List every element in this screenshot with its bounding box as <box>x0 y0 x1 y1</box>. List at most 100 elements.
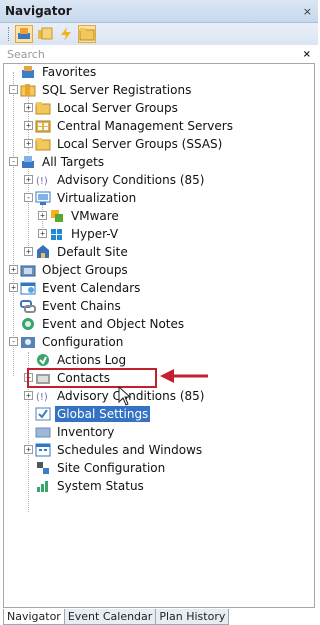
tree-item-local-server-groups-ssas[interactable]: Local Server Groups (SSAS) <box>35 134 224 154</box>
actions-log-icon <box>35 352 51 368</box>
tree-item-local-server-groups[interactable]: Local Server Groups <box>35 98 180 118</box>
tree-item-event-chains[interactable]: Event Chains <box>20 296 123 316</box>
expand-icon[interactable]: + <box>24 175 33 184</box>
expand-icon[interactable]: + <box>38 211 47 220</box>
navigator-toolbar <box>0 23 318 45</box>
expand-icon[interactable]: + <box>24 121 33 130</box>
tree-item-favorites[interactable]: Favorites <box>20 62 98 82</box>
tab-event-calendar[interactable]: Event Calendar <box>63 609 157 625</box>
tree-item-inventory[interactable]: Inventory <box>35 422 116 442</box>
expand-icon[interactable]: + <box>24 247 33 256</box>
tree-item-label: Local Server Groups <box>57 101 178 115</box>
tree-item-label: Configuration <box>42 335 124 349</box>
folder-view-toolbar-button[interactable] <box>78 25 96 43</box>
collapse-icon[interactable]: - <box>9 157 18 166</box>
tree-item-global-settings[interactable]: Global Settings <box>35 404 151 424</box>
tree-item-label: Site Configuration <box>57 461 166 475</box>
advisory-icon: (!) <box>35 388 51 404</box>
settings-icon <box>35 406 51 422</box>
tree-item-label: Global Settings <box>55 406 151 422</box>
tab-plan-history[interactable]: Plan History <box>155 609 230 625</box>
expand-icon[interactable]: + <box>24 445 33 454</box>
lightning-toolbar-button[interactable] <box>57 25 75 43</box>
tree-item-label: Default Site <box>57 245 128 259</box>
expand-icon[interactable]: + <box>38 229 47 238</box>
tree-item-actions-log[interactable]: Actions Log <box>35 350 128 370</box>
search-input[interactable] <box>7 47 287 61</box>
cms-icon <box>35 118 51 134</box>
tree-item-label: Object Groups <box>42 263 128 277</box>
collapse-icon[interactable]: - <box>9 85 18 94</box>
tree-item-label: Event Chains <box>42 299 121 313</box>
folder-icon <box>35 100 51 116</box>
tree-item-event-and-object-notes[interactable]: Event and Object Notes <box>20 314 186 334</box>
registrations-icon <box>20 82 36 98</box>
status-icon <box>35 478 51 494</box>
expand-icon[interactable]: + <box>9 283 18 292</box>
tree-item-virtualization[interactable]: Virtualization <box>35 188 138 208</box>
tree-item-advisory-conditions[interactable]: (!) Advisory Conditions (85) <box>35 170 206 190</box>
calendar-icon <box>20 280 36 296</box>
hyperv-icon <box>49 226 65 242</box>
tree-item-event-calendars[interactable]: Event Calendars <box>20 278 142 298</box>
folders-icon <box>38 27 53 40</box>
global-settings-callout-box <box>27 368 157 388</box>
advisory-icon: (!) <box>35 172 51 188</box>
navigator-titlebar: Navigator × <box>0 0 318 23</box>
tree-item-label: System Status <box>57 479 144 493</box>
expand-icon[interactable]: + <box>24 103 33 112</box>
site-config-icon <box>35 460 51 476</box>
tree-item-schedules-and-windows[interactable]: Schedules and Windows <box>35 440 204 460</box>
targets-toolbar-button[interactable] <box>15 25 33 43</box>
favorites-icon <box>20 64 36 80</box>
lightning-icon <box>61 27 71 41</box>
tree-item-central-management-servers[interactable]: Central Management Servers <box>35 116 235 136</box>
tree-item-object-groups[interactable]: Object Groups <box>20 260 130 280</box>
tree-item-label: Central Management Servers <box>57 119 233 133</box>
tree-item-default-site[interactable]: Default Site <box>35 242 130 262</box>
tree-item-label: Schedules and Windows <box>57 443 203 457</box>
object-groups-icon <box>20 262 36 278</box>
svg-text:(!): (!) <box>36 392 48 403</box>
expand-icon[interactable]: + <box>24 391 33 400</box>
targets-icon <box>20 154 36 170</box>
tree-item-sql-server-registrations[interactable]: SQL Server Registrations <box>20 80 193 100</box>
tree-item-site-configuration[interactable]: Site Configuration <box>35 458 167 478</box>
mouse-pointer-icon <box>118 386 132 406</box>
expand-icon[interactable]: + <box>9 265 18 274</box>
tree-item-hyper-v[interactable]: Hyper-V <box>49 224 120 244</box>
folders-toolbar-button[interactable] <box>36 25 54 43</box>
tree-connector <box>13 72 14 376</box>
collapse-icon[interactable]: - <box>24 193 33 202</box>
collapse-icon[interactable]: - <box>9 337 18 346</box>
targets-icon <box>18 28 30 39</box>
expand-icon[interactable]: + <box>24 139 33 148</box>
tree-item-label: Hyper-V <box>71 227 119 241</box>
clear-search-icon[interactable]: × <box>303 49 311 60</box>
chains-icon <box>20 298 36 314</box>
tree-item-system-status[interactable]: System Status <box>35 476 146 496</box>
tree-item-vmware[interactable]: VMware <box>49 206 121 226</box>
tree-item-configuration[interactable]: Configuration <box>20 332 125 352</box>
tree-item-all-targets[interactable]: All Targets <box>20 152 106 172</box>
tree-item-label: VMware <box>71 209 119 223</box>
tree-item-label: SQL Server Registrations <box>42 83 192 97</box>
svg-text:(!): (!) <box>36 176 48 187</box>
folder-icon <box>35 136 51 152</box>
notes-icon <box>20 316 36 332</box>
tab-navigator[interactable]: Navigator <box>3 609 65 625</box>
callout-arrow-icon <box>160 369 208 383</box>
tree-item-label: Inventory <box>57 425 115 439</box>
vmware-icon <box>49 208 65 224</box>
tree-item-label: Event Calendars <box>42 281 141 295</box>
site-icon <box>35 244 51 260</box>
configuration-icon <box>20 334 36 350</box>
schedules-icon <box>35 442 51 458</box>
search-bar: × <box>3 46 315 62</box>
tree-item-label: Event and Object Notes <box>42 317 185 331</box>
tree-item-label: Actions Log <box>57 353 127 367</box>
virtualization-icon <box>35 190 51 206</box>
toolbar-grip <box>8 27 10 41</box>
close-icon[interactable]: × <box>303 5 312 18</box>
tree-item-label: Favorites <box>42 65 97 79</box>
